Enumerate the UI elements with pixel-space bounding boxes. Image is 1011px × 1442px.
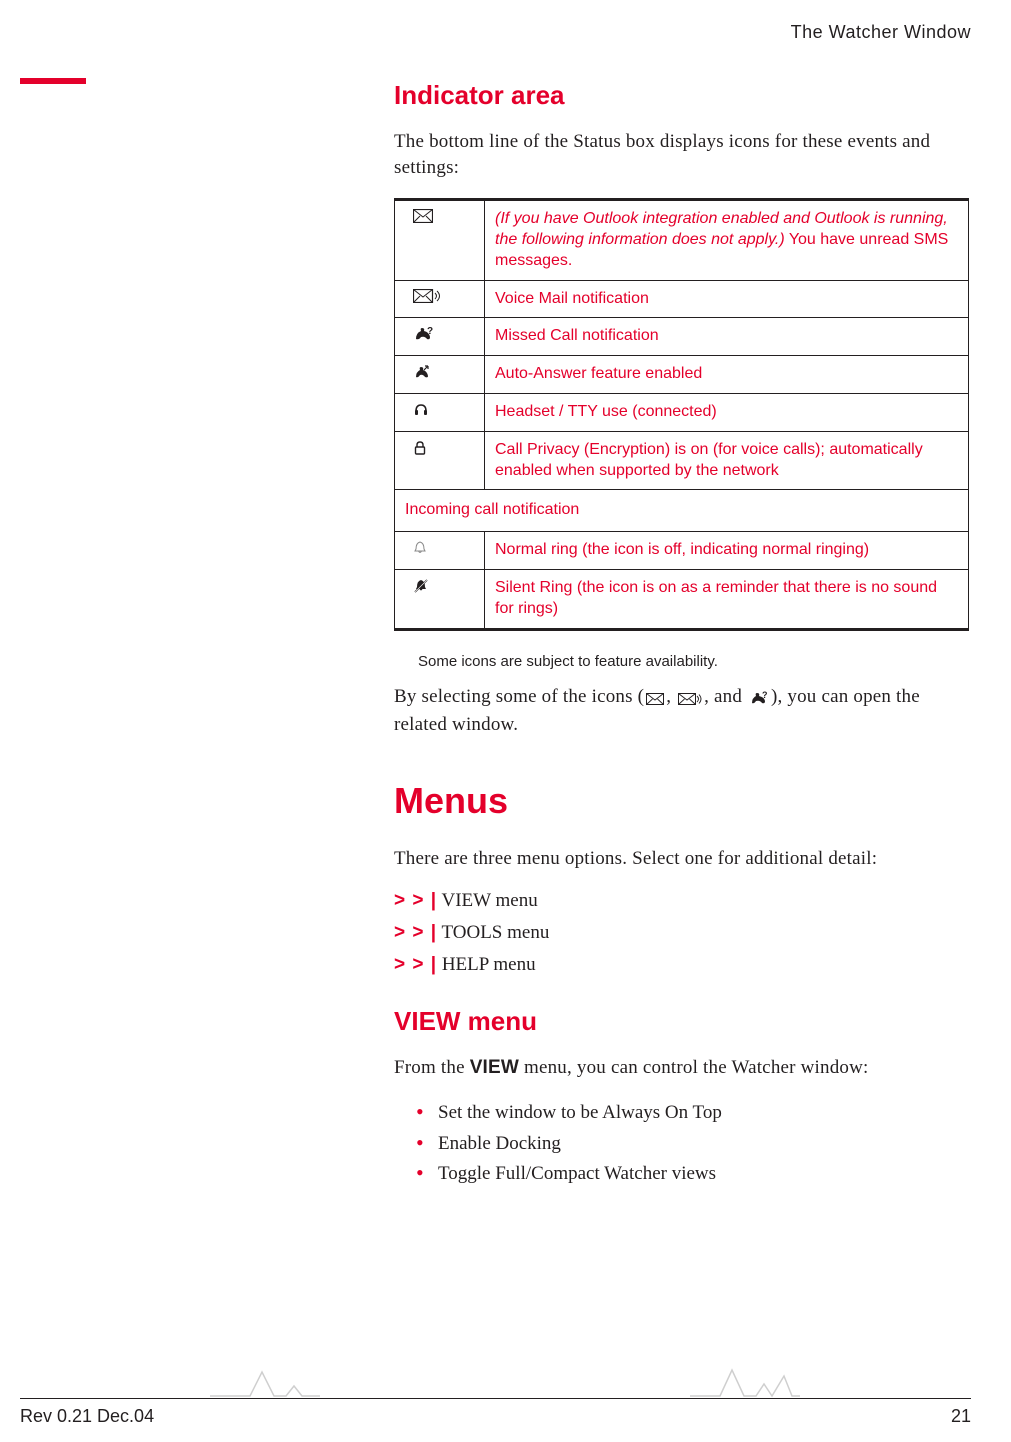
- envelope-icon: [395, 200, 485, 280]
- headset-icon: [395, 394, 485, 432]
- footer-rule: [20, 1398, 971, 1399]
- paragraph-select-icons: By selecting some of the icons (, , and …: [394, 684, 969, 738]
- indicator-table: (If you have Outlook integration enabled…: [394, 198, 969, 630]
- link-prefix-icon: > > |: [394, 954, 437, 975]
- intro-paragraph-1: The bottom line of the Status box displa…: [394, 129, 969, 180]
- list-item: Enable Docking: [416, 1129, 969, 1159]
- table-row: Headset / TTY use (connected): [395, 394, 969, 432]
- table-subheader-row: Incoming call notification: [395, 490, 969, 532]
- link-prefix-icon: > > |: [394, 890, 437, 911]
- lock-icon: [395, 431, 485, 490]
- table-row: Silent Ring (the icon is on as a reminde…: [395, 570, 969, 630]
- table-cell-text: Missed Call notification: [485, 318, 969, 356]
- heading-menus: Menus: [394, 780, 969, 822]
- menu-link-label: HELP menu: [442, 954, 536, 975]
- menu-link-help[interactable]: > > | HELP menu: [394, 954, 969, 976]
- accent-bar: [20, 78, 86, 84]
- table-cell-text: Auto-Answer feature enabled: [485, 356, 969, 394]
- footnote-text: Some icons are subject to feature availa…: [418, 653, 969, 670]
- missed-call-icon: ?: [395, 318, 485, 356]
- bell-mute-icon: [395, 570, 485, 630]
- menu-link-label: TOOLS menu: [442, 922, 550, 943]
- link-prefix-icon: > > |: [394, 922, 437, 943]
- view-menu-bullet-list: Set the window to be Always On Top Enabl…: [416, 1098, 969, 1189]
- intro-paragraph-view-menu: From the VIEW menu, you can control the …: [394, 1055, 969, 1081]
- main-content: Indicator area The bottom line of the St…: [394, 80, 969, 1189]
- table-row: Auto-Answer feature enabled: [395, 356, 969, 394]
- page-header-title: The Watcher Window: [791, 22, 971, 43]
- menu-link-view[interactable]: > > | VIEW menu: [394, 890, 969, 912]
- table-row: Call Privacy (Encryption) is on (for voi…: [395, 431, 969, 490]
- footer-sparkline-icon: [210, 1366, 320, 1402]
- table-subheader: Incoming call notification: [395, 490, 969, 532]
- intro-paragraph-menus: There are three menu options. Select one…: [394, 846, 969, 872]
- list-item: Toggle Full/Compact Watcher views: [416, 1159, 969, 1189]
- table-cell-text: Voice Mail notification: [485, 280, 969, 318]
- list-item: Set the window to be Always On Top: [416, 1098, 969, 1128]
- table-row: Normal ring (the icon is off, indicating…: [395, 532, 969, 570]
- svg-text:?: ?: [427, 326, 433, 337]
- table-cell-text: Normal ring (the icon is off, indicating…: [485, 532, 969, 570]
- missed-call-icon: ?: [749, 687, 769, 713]
- table-row: (If you have Outlook integration enabled…: [395, 200, 969, 280]
- menu-link-label: VIEW menu: [442, 890, 538, 911]
- table-cell-text: Headset / TTY use (connected): [485, 394, 969, 432]
- heading-indicator-area: Indicator area: [394, 80, 969, 111]
- table-row: Voice Mail notification: [395, 280, 969, 318]
- table-cell-text: Silent Ring (the icon is on as a reminde…: [485, 570, 969, 630]
- footer-page-number: 21: [951, 1406, 971, 1427]
- page-footer: Rev 0.21 Dec.04 21: [20, 1358, 971, 1418]
- svg-text:?: ?: [762, 691, 768, 700]
- envelope-sound-icon: [395, 280, 485, 318]
- table-cell-text: (If you have Outlook integration enabled…: [485, 200, 969, 280]
- heading-view-menu: VIEW menu: [394, 1006, 969, 1037]
- menu-link-tools[interactable]: > > | TOOLS menu: [394, 922, 969, 944]
- table-row: ? Missed Call notification: [395, 318, 969, 356]
- envelope-sound-icon: [678, 687, 702, 713]
- footer-revision-text: Rev 0.21 Dec.04: [20, 1406, 154, 1427]
- table-cell-text: Call Privacy (Encryption) is on (for voi…: [485, 431, 969, 490]
- footer-sparkline-icon: [690, 1366, 800, 1402]
- auto-answer-icon: [395, 356, 485, 394]
- envelope-icon: [646, 687, 664, 713]
- bell-icon: [395, 532, 485, 570]
